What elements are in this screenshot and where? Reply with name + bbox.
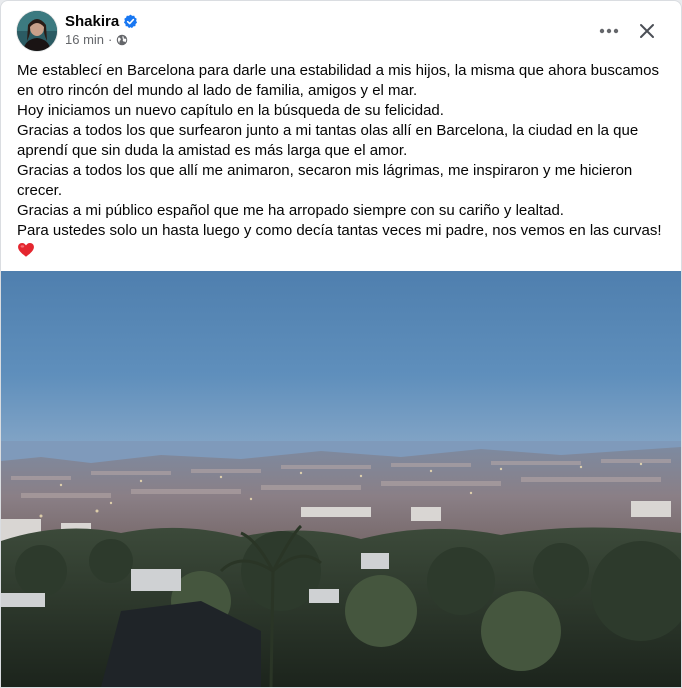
globe-icon[interactable] <box>116 34 128 46</box>
post-photo[interactable] <box>1 271 681 687</box>
author-name-row: Shakira <box>65 12 138 30</box>
verified-badge-icon <box>123 14 138 29</box>
post-paragraph: Para ustedes solo un hasta luego y como … <box>17 222 662 239</box>
post-time[interactable]: 16 min <box>65 32 104 47</box>
author-name[interactable]: Shakira <box>65 13 119 30</box>
post-message: Me establecí en Barcelona para darle una… <box>17 61 669 265</box>
author-avatar[interactable] <box>17 11 57 51</box>
post-paragraph: Me establecí en Barcelona para darle una… <box>17 62 660 99</box>
meta-separator: · <box>108 32 113 47</box>
close-icon <box>640 24 654 38</box>
post-header: Shakira 16 min · <box>1 1 681 57</box>
post-card: Shakira 16 min · Me establecí en Barcelo… <box>0 0 682 688</box>
post-meta: 16 min · <box>65 32 128 47</box>
post-paragraph: Gracias a mi público español que me ha a… <box>17 202 564 219</box>
post-paragraph: Gracias a todos los que surfearon junto … <box>17 122 639 159</box>
post-paragraph: Hoy iniciamos un nuevo capítulo en la bú… <box>17 102 444 119</box>
more-options-button[interactable] <box>591 13 627 49</box>
heart-icon <box>17 241 35 259</box>
post-paragraph: Gracias a todos los que allí me animaron… <box>17 162 633 199</box>
more-options-icon <box>599 28 619 34</box>
close-button[interactable] <box>629 13 665 49</box>
